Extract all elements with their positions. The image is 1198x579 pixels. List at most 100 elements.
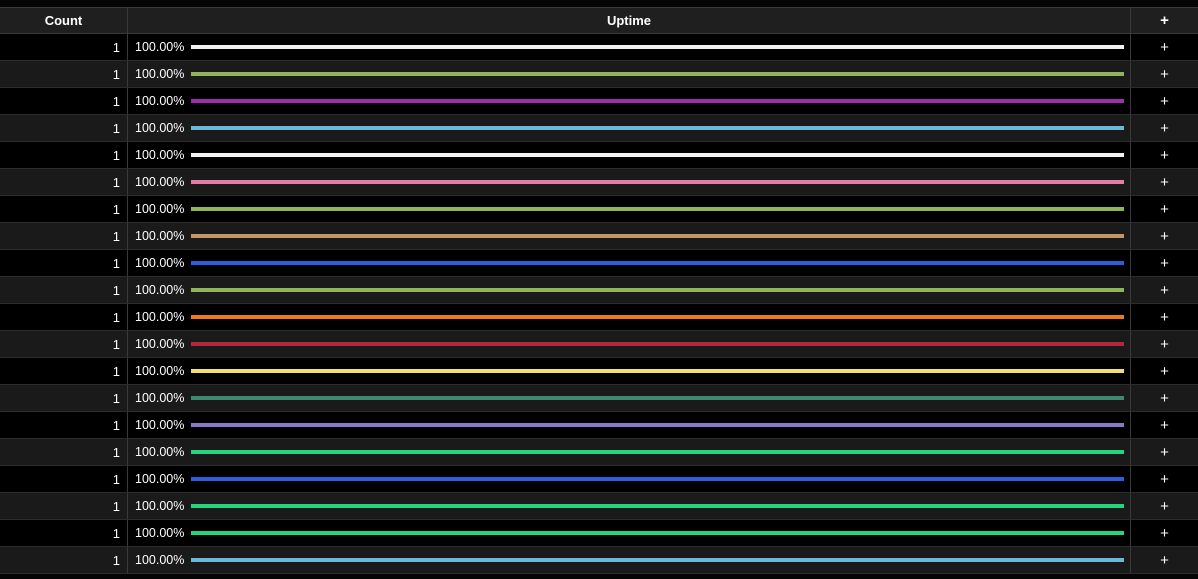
table-row[interactable]: 1 100.00% + xyxy=(0,466,1198,493)
add-row-button[interactable]: + xyxy=(1131,250,1198,276)
add-row-button[interactable]: + xyxy=(1131,142,1198,168)
uptime-table: Count Uptime + 1 100.00% +1 100.00% +1 100.00… xyxy=(0,7,1198,574)
table-row[interactable]: 1 100.00% + xyxy=(0,520,1198,547)
table-row[interactable]: 1 100.00% + xyxy=(0,169,1198,196)
uptime-cell: 100.00% xyxy=(128,196,1131,222)
uptime-bar-fill xyxy=(191,126,1124,130)
count-cell: 1 xyxy=(0,223,128,249)
add-row-button[interactable]: + xyxy=(1131,34,1198,60)
uptime-cell: 100.00% xyxy=(128,547,1131,573)
uptime-percent-label: 100.00% xyxy=(135,472,185,486)
uptime-percent-label: 100.00% xyxy=(135,283,185,297)
uptime-cell: 100.00% xyxy=(128,331,1131,357)
uptime-percent-label: 100.00% xyxy=(135,310,185,324)
add-row-button[interactable]: + xyxy=(1131,520,1198,546)
add-row-button[interactable]: + xyxy=(1131,277,1198,303)
count-cell: 1 xyxy=(0,250,128,276)
add-row-button[interactable]: + xyxy=(1131,115,1198,141)
uptime-cell: 100.00% xyxy=(128,142,1131,168)
add-row-button[interactable]: + xyxy=(1131,88,1198,114)
table-row[interactable]: 1 100.00% + xyxy=(0,34,1198,61)
uptime-cell: 100.00% xyxy=(128,115,1131,141)
table-row[interactable]: 1 100.00% + xyxy=(0,439,1198,466)
table-row[interactable]: 1 100.00% + xyxy=(0,304,1198,331)
count-cell: 1 xyxy=(0,34,128,60)
uptime-bar-track xyxy=(191,288,1124,292)
table-row[interactable]: 1 100.00% + xyxy=(0,385,1198,412)
add-row-button[interactable]: + xyxy=(1131,466,1198,492)
uptime-bar-track xyxy=(191,396,1124,400)
uptime-percent-label: 100.00% xyxy=(135,94,185,108)
count-cell: 1 xyxy=(0,358,128,384)
column-header-count[interactable]: Count xyxy=(0,8,128,33)
add-row-button[interactable]: + xyxy=(1131,493,1198,519)
table-row[interactable]: 1 100.00% + xyxy=(0,358,1198,385)
uptime-bar-track xyxy=(191,342,1124,346)
table-row[interactable]: 1 100.00% + xyxy=(0,547,1198,574)
table-header-row: Count Uptime + xyxy=(0,7,1198,34)
add-row-button[interactable]: + xyxy=(1131,223,1198,249)
table-row[interactable]: 1 100.00% + xyxy=(0,250,1198,277)
add-row-button[interactable]: + xyxy=(1131,331,1198,357)
count-cell: 1 xyxy=(0,277,128,303)
uptime-cell: 100.00% xyxy=(128,277,1131,303)
count-cell: 1 xyxy=(0,331,128,357)
uptime-bar-track xyxy=(191,531,1124,535)
add-row-button[interactable]: + xyxy=(1131,61,1198,87)
table-row[interactable]: 1 100.00% + xyxy=(0,277,1198,304)
table-row[interactable]: 1 100.00% + xyxy=(0,223,1198,250)
count-cell: 1 xyxy=(0,547,128,573)
table-row[interactable]: 1 100.00% + xyxy=(0,61,1198,88)
uptime-percent-label: 100.00% xyxy=(135,229,185,243)
table-row[interactable]: 1 100.00% + xyxy=(0,88,1198,115)
table-row[interactable]: 1 100.00% + xyxy=(0,142,1198,169)
uptime-bar-fill xyxy=(191,504,1124,508)
add-row-button[interactable]: + xyxy=(1131,385,1198,411)
uptime-percent-label: 100.00% xyxy=(135,526,185,540)
uptime-bar-fill xyxy=(191,153,1124,157)
uptime-cell: 100.00% xyxy=(128,412,1131,438)
add-row-button[interactable]: + xyxy=(1131,547,1198,573)
uptime-bar-fill xyxy=(191,450,1124,454)
count-cell: 1 xyxy=(0,412,128,438)
uptime-cell: 100.00% xyxy=(128,466,1131,492)
uptime-bar-fill xyxy=(191,288,1124,292)
uptime-bar-track xyxy=(191,369,1124,373)
uptime-cell: 100.00% xyxy=(128,304,1131,330)
add-row-button[interactable]: + xyxy=(1131,412,1198,438)
uptime-bar-track xyxy=(191,558,1124,562)
uptime-bar-fill xyxy=(191,396,1124,400)
uptime-cell: 100.00% xyxy=(128,385,1131,411)
add-row-button[interactable]: + xyxy=(1131,196,1198,222)
add-row-button[interactable]: + xyxy=(1131,169,1198,195)
uptime-percent-label: 100.00% xyxy=(135,364,185,378)
uptime-percent-label: 100.00% xyxy=(135,121,185,135)
count-cell: 1 xyxy=(0,61,128,87)
table-row[interactable]: 1 100.00% + xyxy=(0,115,1198,142)
table-row[interactable]: 1 100.00% + xyxy=(0,196,1198,223)
table-row[interactable]: 1 100.00% + xyxy=(0,412,1198,439)
uptime-bar-fill xyxy=(191,369,1124,373)
column-header-uptime[interactable]: Uptime xyxy=(128,8,1131,33)
table-row[interactable]: 1 100.00% + xyxy=(0,331,1198,358)
uptime-bar-track xyxy=(191,72,1124,76)
uptime-bar-fill xyxy=(191,45,1124,49)
uptime-bar-fill xyxy=(191,99,1124,103)
table-row[interactable]: 1 100.00% + xyxy=(0,493,1198,520)
add-column-button[interactable]: + xyxy=(1131,8,1198,33)
count-cell: 1 xyxy=(0,304,128,330)
uptime-bar-track xyxy=(191,180,1124,184)
uptime-cell: 100.00% xyxy=(128,34,1131,60)
add-row-button[interactable]: + xyxy=(1131,304,1198,330)
uptime-bar-track xyxy=(191,207,1124,211)
uptime-bar-track xyxy=(191,153,1124,157)
uptime-cell: 100.00% xyxy=(128,61,1131,87)
uptime-bar-fill xyxy=(191,477,1124,481)
uptime-bar-fill xyxy=(191,72,1124,76)
add-row-button[interactable]: + xyxy=(1131,439,1198,465)
uptime-bar-track xyxy=(191,45,1124,49)
uptime-cell: 100.00% xyxy=(128,439,1131,465)
add-row-button[interactable]: + xyxy=(1131,358,1198,384)
uptime-bar-track xyxy=(191,99,1124,103)
uptime-cell: 100.00% xyxy=(128,250,1131,276)
